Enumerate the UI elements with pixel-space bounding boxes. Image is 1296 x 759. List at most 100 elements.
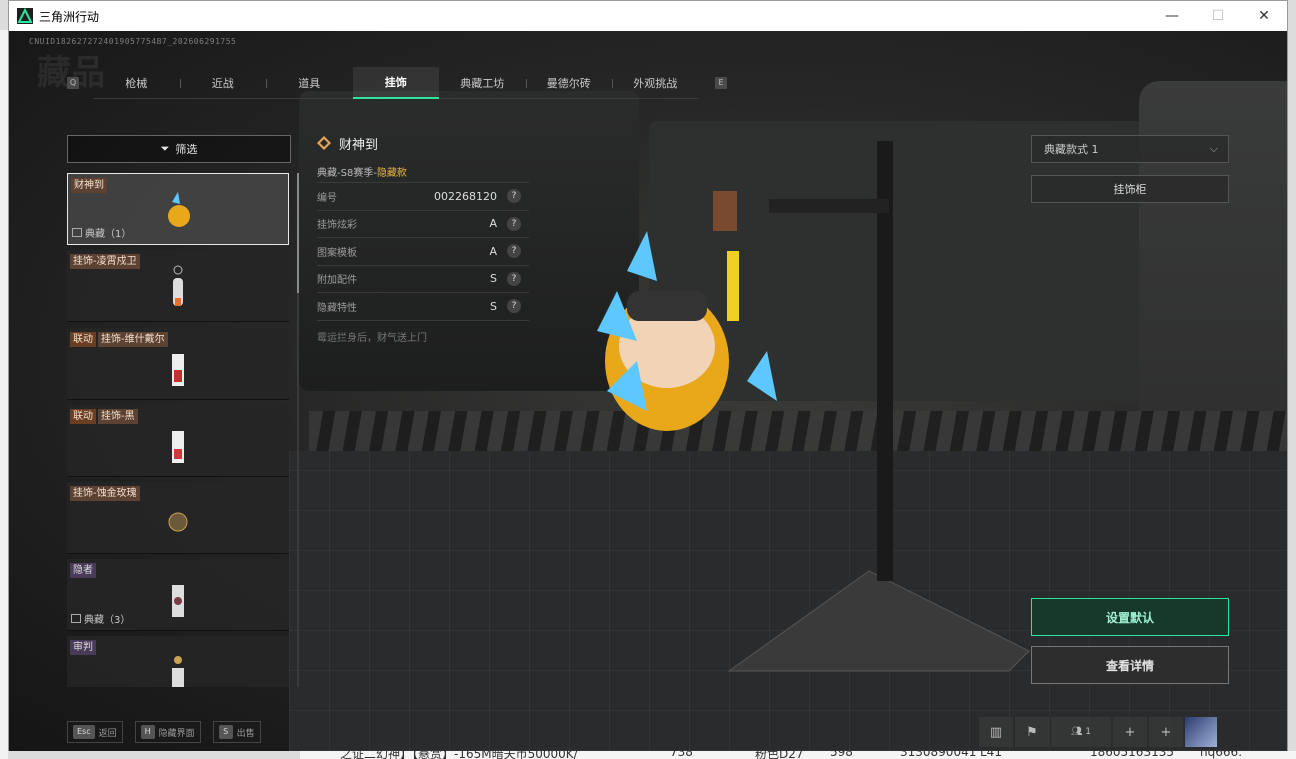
filter-label: 筛选	[175, 143, 198, 156]
footer-hints: Esc 返回 H 隐藏界面 S 出售	[67, 721, 261, 743]
help-icon[interactable]: ?	[507, 216, 521, 231]
charm-thumbnail	[173, 265, 183, 306]
item-name-tag: 挂饰-蚀金玫瑰	[70, 486, 140, 501]
list-item-weishidaier[interactable]: 联动 挂饰-维什戴尔	[67, 328, 289, 400]
list-scrollbar-thumb[interactable]	[297, 173, 299, 293]
item-collection-count: 典藏（3）	[84, 615, 131, 626]
avatar[interactable]	[1185, 717, 1217, 747]
tab-collection-workshop[interactable]: 典藏工坊	[439, 67, 526, 99]
desktop-background-strip	[0, 30, 8, 759]
desktop-text: 598	[830, 751, 853, 759]
help-icon[interactable]: ?	[507, 271, 521, 286]
collab-tag: 联动	[70, 332, 96, 347]
detail-row-serial: 编号 002268120?	[317, 183, 529, 211]
close-button[interactable]: ✕	[1241, 1, 1287, 31]
charm-cabinet-button[interactable]: 挂饰柜	[1031, 175, 1229, 203]
set-default-button[interactable]: 设置默认	[1031, 598, 1229, 636]
desktop-background-text: 之证二幻神】【悬赏】-165M暗夫币50000K/ 738 粉色D27 598 …	[300, 751, 1296, 759]
chevron-down-icon: ⌵	[1209, 142, 1218, 155]
desktop-text: L41	[980, 751, 1002, 759]
list-item-caishen[interactable]: 财神到 典藏（1）	[67, 173, 289, 245]
key-h: H	[140, 725, 155, 739]
sell-hint[interactable]: S 出售	[212, 721, 261, 743]
filter-icon: ⏷	[160, 142, 170, 155]
desktop-text: 粉色D27	[755, 751, 804, 759]
item-season: 典藏-S8赛季-	[317, 168, 377, 179]
charm-thumbnail	[172, 431, 184, 463]
detail-value: S	[490, 299, 497, 313]
tab-mandel-brick[interactable]: 曼德尔砖	[525, 67, 613, 99]
style-dropdown[interactable]: 典藏款式 1 ⌵	[1031, 135, 1229, 163]
desktop-text: 18605163135	[1090, 751, 1174, 759]
list-item-hei[interactable]: 联动 挂饰-黑	[67, 405, 289, 477]
add-slot-button[interactable]: +	[1149, 717, 1183, 747]
friends-count[interactable]: 👥︎ 1	[1051, 717, 1111, 747]
item-detail-panel: 财神到 典藏-S8赛季-隐藏款 编号 002268120? 挂饰炫彩 A? 图案模板…	[317, 131, 529, 344]
add-slot-button[interactable]: +	[1113, 717, 1147, 747]
minimize-button[interactable]: —	[1149, 1, 1195, 31]
desktop-text: hq666:	[1200, 751, 1243, 759]
item-subtitle: 典藏-S8赛季-隐藏款	[317, 165, 529, 183]
tab-appearance-challenge[interactable]: 外观挑战	[612, 67, 699, 99]
game-window: 三角洲行动 — ☐ ✕ CNUID1826272724019057754B7_2…	[8, 0, 1288, 751]
item-name-tag: 审判	[70, 640, 96, 655]
detail-key: 编号	[317, 192, 337, 204]
item-title: 财神到	[339, 137, 379, 153]
game-viewport: CNUID1826272724019057754B7_202606291755 …	[9, 31, 1287, 751]
help-icon[interactable]: ?	[507, 299, 521, 314]
title-bar[interactable]: 三角洲行动 — ☐ ✕	[9, 1, 1287, 31]
tab-melee[interactable]: 近战	[179, 67, 267, 99]
style-dropdown-value: 典藏款式 1	[1044, 143, 1099, 156]
desktop-text: 之证二幻神】【悬赏】-165M暗夫币50000K/	[340, 751, 578, 759]
tab-firearms[interactable]: 枪械	[93, 67, 180, 99]
charm-thumbnail	[172, 656, 184, 687]
hide-ui-hint[interactable]: H 隐藏界面	[134, 721, 201, 743]
item-collection-count: 典藏（1）	[85, 229, 132, 240]
item-name-tag: 挂饰-凌霄戍卫	[70, 254, 140, 269]
item-name-tag: 挂饰-维什戴尔	[98, 332, 168, 347]
key-esc: Esc	[73, 725, 95, 739]
detail-value: 002268120	[434, 189, 497, 203]
collection-icon	[72, 228, 82, 237]
charm-list: 财神到 典藏（1） 挂饰-凌霄戍卫 联动 挂饰-维什戴尔 联动 挂饰-黑 挂饰-蚀金…	[67, 173, 293, 687]
hint-label: 出售	[236, 728, 255, 739]
social-toolbar: ▥ ⚑ 👥︎ 1 + +	[979, 717, 1285, 747]
stats-icon[interactable]: ▥	[979, 717, 1013, 747]
tab-items[interactable]: 道具	[266, 67, 353, 99]
rarity-diamond-icon	[317, 136, 331, 150]
charm-model[interactable]	[557, 171, 797, 471]
view-details-button[interactable]: 查看详情	[1031, 646, 1229, 684]
list-item-judgment[interactable]: 审判	[67, 636, 289, 687]
collab-tag: 联动	[70, 409, 96, 424]
detail-row-pattern: 图案模板 A?	[317, 238, 529, 266]
flag-icon[interactable]: ⚑	[1015, 717, 1049, 747]
key-hint-q[interactable]: Q	[67, 77, 79, 89]
tab-charms[interactable]: 挂饰	[352, 66, 439, 99]
detail-key: 附加配件	[317, 275, 357, 287]
help-icon[interactable]: ?	[507, 189, 521, 204]
detail-key: 隐藏特性	[317, 302, 357, 314]
detail-row-hidden-trait: 隐藏特性 S?	[317, 293, 529, 321]
item-rarity-type: 隐藏款	[376, 168, 407, 179]
filter-button[interactable]: ⏷ 筛选	[67, 135, 291, 163]
list-item-hermit[interactable]: 隐者 典藏（3）	[67, 559, 289, 631]
list-item-shijin-rose[interactable]: 挂饰-蚀金玫瑰	[67, 482, 289, 554]
detail-key: 挂饰炫彩	[317, 220, 357, 232]
detail-value: A	[489, 244, 497, 258]
detail-value: S	[490, 272, 497, 286]
key-s: S	[218, 725, 233, 739]
friends-count-value: 1	[1085, 727, 1092, 737]
maximize-button[interactable]: ☐	[1195, 1, 1241, 31]
charm-thumbnail	[168, 512, 188, 532]
friends-icon: 👥︎	[1070, 727, 1083, 737]
list-item-lingxiao[interactable]: 挂饰-凌霄戍卫	[67, 250, 289, 322]
help-icon[interactable]: ?	[507, 244, 521, 259]
key-hint-e[interactable]: E	[715, 77, 727, 89]
detail-row-accessory: 附加配件 S?	[317, 266, 529, 293]
item-name-tag: 挂饰-黑	[98, 409, 138, 424]
desktop-text: 3130890041	[900, 751, 977, 759]
back-hint[interactable]: Esc 返回	[67, 721, 123, 743]
item-name-tag: 隐者	[70, 563, 96, 578]
charm-thumbnail	[168, 192, 190, 227]
charm-thumbnail	[172, 354, 184, 386]
